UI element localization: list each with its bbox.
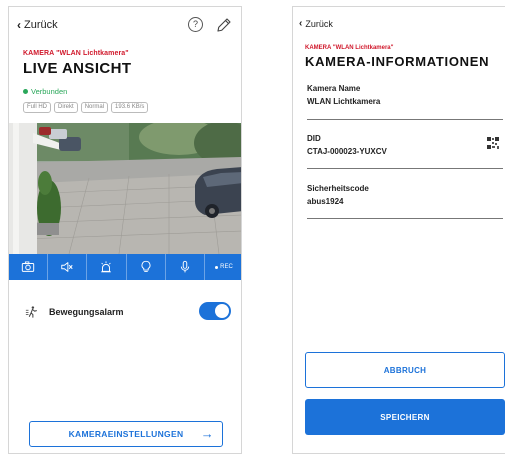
page-title: LIVE ANSICHT (23, 60, 132, 77)
record-button[interactable]: REC (205, 254, 241, 280)
light-button[interactable] (127, 254, 166, 280)
record-dot-icon (215, 265, 219, 269)
arrow-right-icon: → (200, 426, 214, 441)
connection-status: Verbunden (23, 87, 67, 96)
chevron-left-icon: ‹ (17, 18, 21, 32)
security-code-field[interactable]: Sicherheitscode abus1924 (307, 184, 503, 219)
resolution-badge: Full HD (23, 102, 52, 113)
connection-mode-badge: Direkt (54, 102, 78, 113)
security-code-field-value: abus1924 (307, 197, 344, 206)
top-bar: ‹ Zurück (293, 7, 505, 35)
siren-icon (101, 261, 112, 273)
motion-alarm-icon (25, 306, 37, 318)
motion-alarm-label: Bewegungsalarm (49, 307, 124, 317)
light-bulb-icon (141, 260, 151, 272)
camera-name-label: KAMERA "WLAN Lichtkamera" (23, 50, 129, 57)
camera-information-screen: ‹ Zurück KAMERA "WLAN Lichtkamera" KAMER… (292, 6, 505, 454)
security-code-field-label: Sicherheitscode (307, 184, 369, 193)
camera-name-field[interactable]: Kamera Name WLAN Lichtkamera (307, 84, 503, 120)
back-button[interactable]: ‹ Zurück (299, 18, 333, 29)
motion-alarm-toggle[interactable] (199, 302, 231, 320)
status-text: Verbunden (31, 87, 68, 96)
snapshot-button[interactable] (9, 254, 49, 280)
microphone-icon (180, 260, 189, 273)
back-button[interactable]: ‹ Zurück (17, 19, 58, 31)
pencil-icon[interactable] (215, 16, 233, 34)
did-field-label: DID (307, 134, 321, 143)
camera-name-field-label: Kamera Name (307, 84, 361, 93)
top-bar: ‹ Zurück ? (9, 7, 241, 43)
help-icon[interactable]: ? (188, 17, 203, 32)
quality-badge: Normal (80, 102, 109, 113)
status-dot-icon (23, 89, 28, 94)
siren-button[interactable] (87, 254, 127, 280)
camera-settings-button[interactable]: KAMERAEINSTELLUNGEN → (29, 421, 223, 447)
toggle-knob (215, 304, 229, 318)
camera-settings-label: KAMERAEINSTELLUNGEN (68, 429, 184, 439)
chevron-left-icon: ‹ (299, 18, 303, 29)
save-button[interactable]: SPEICHERN (305, 399, 505, 435)
speaker-mute-icon (61, 262, 73, 272)
back-label: Zurück (24, 19, 58, 31)
motion-alarm-row: Bewegungsalarm (25, 302, 231, 322)
record-indicator: REC (215, 264, 233, 270)
record-label: REC (220, 264, 233, 270)
back-label: Zurück (305, 18, 333, 29)
did-field-value: CTAJ-000023-YUXCV (307, 147, 387, 156)
camera-control-toolbar: REC (9, 254, 241, 280)
cancel-button[interactable]: ABBRUCH (305, 352, 505, 388)
live-camera-feed[interactable] (9, 123, 242, 254)
page-title: KAMERA-INFORMATIONEN (305, 54, 490, 69)
stream-info-badges: Full HD Direkt Normal 193.6 KB/s (23, 102, 149, 113)
qr-code-icon[interactable] (487, 137, 499, 149)
audio-toggle-button[interactable] (48, 254, 88, 280)
live-view-screen: ‹ Zurück ? KAMERA "WLAN Lichtkamera" LIV… (8, 6, 242, 454)
bitrate-badge: 193.6 KB/s (111, 102, 149, 113)
did-field[interactable]: DID CTAJ-000023-YUXCV (307, 134, 503, 169)
camera-name-field-value: WLAN Lichtkamera (307, 97, 381, 106)
microphone-button[interactable] (166, 254, 205, 280)
camera-icon (21, 261, 35, 272)
camera-name-label: KAMERA "WLAN Lichtkamera" (305, 45, 394, 51)
